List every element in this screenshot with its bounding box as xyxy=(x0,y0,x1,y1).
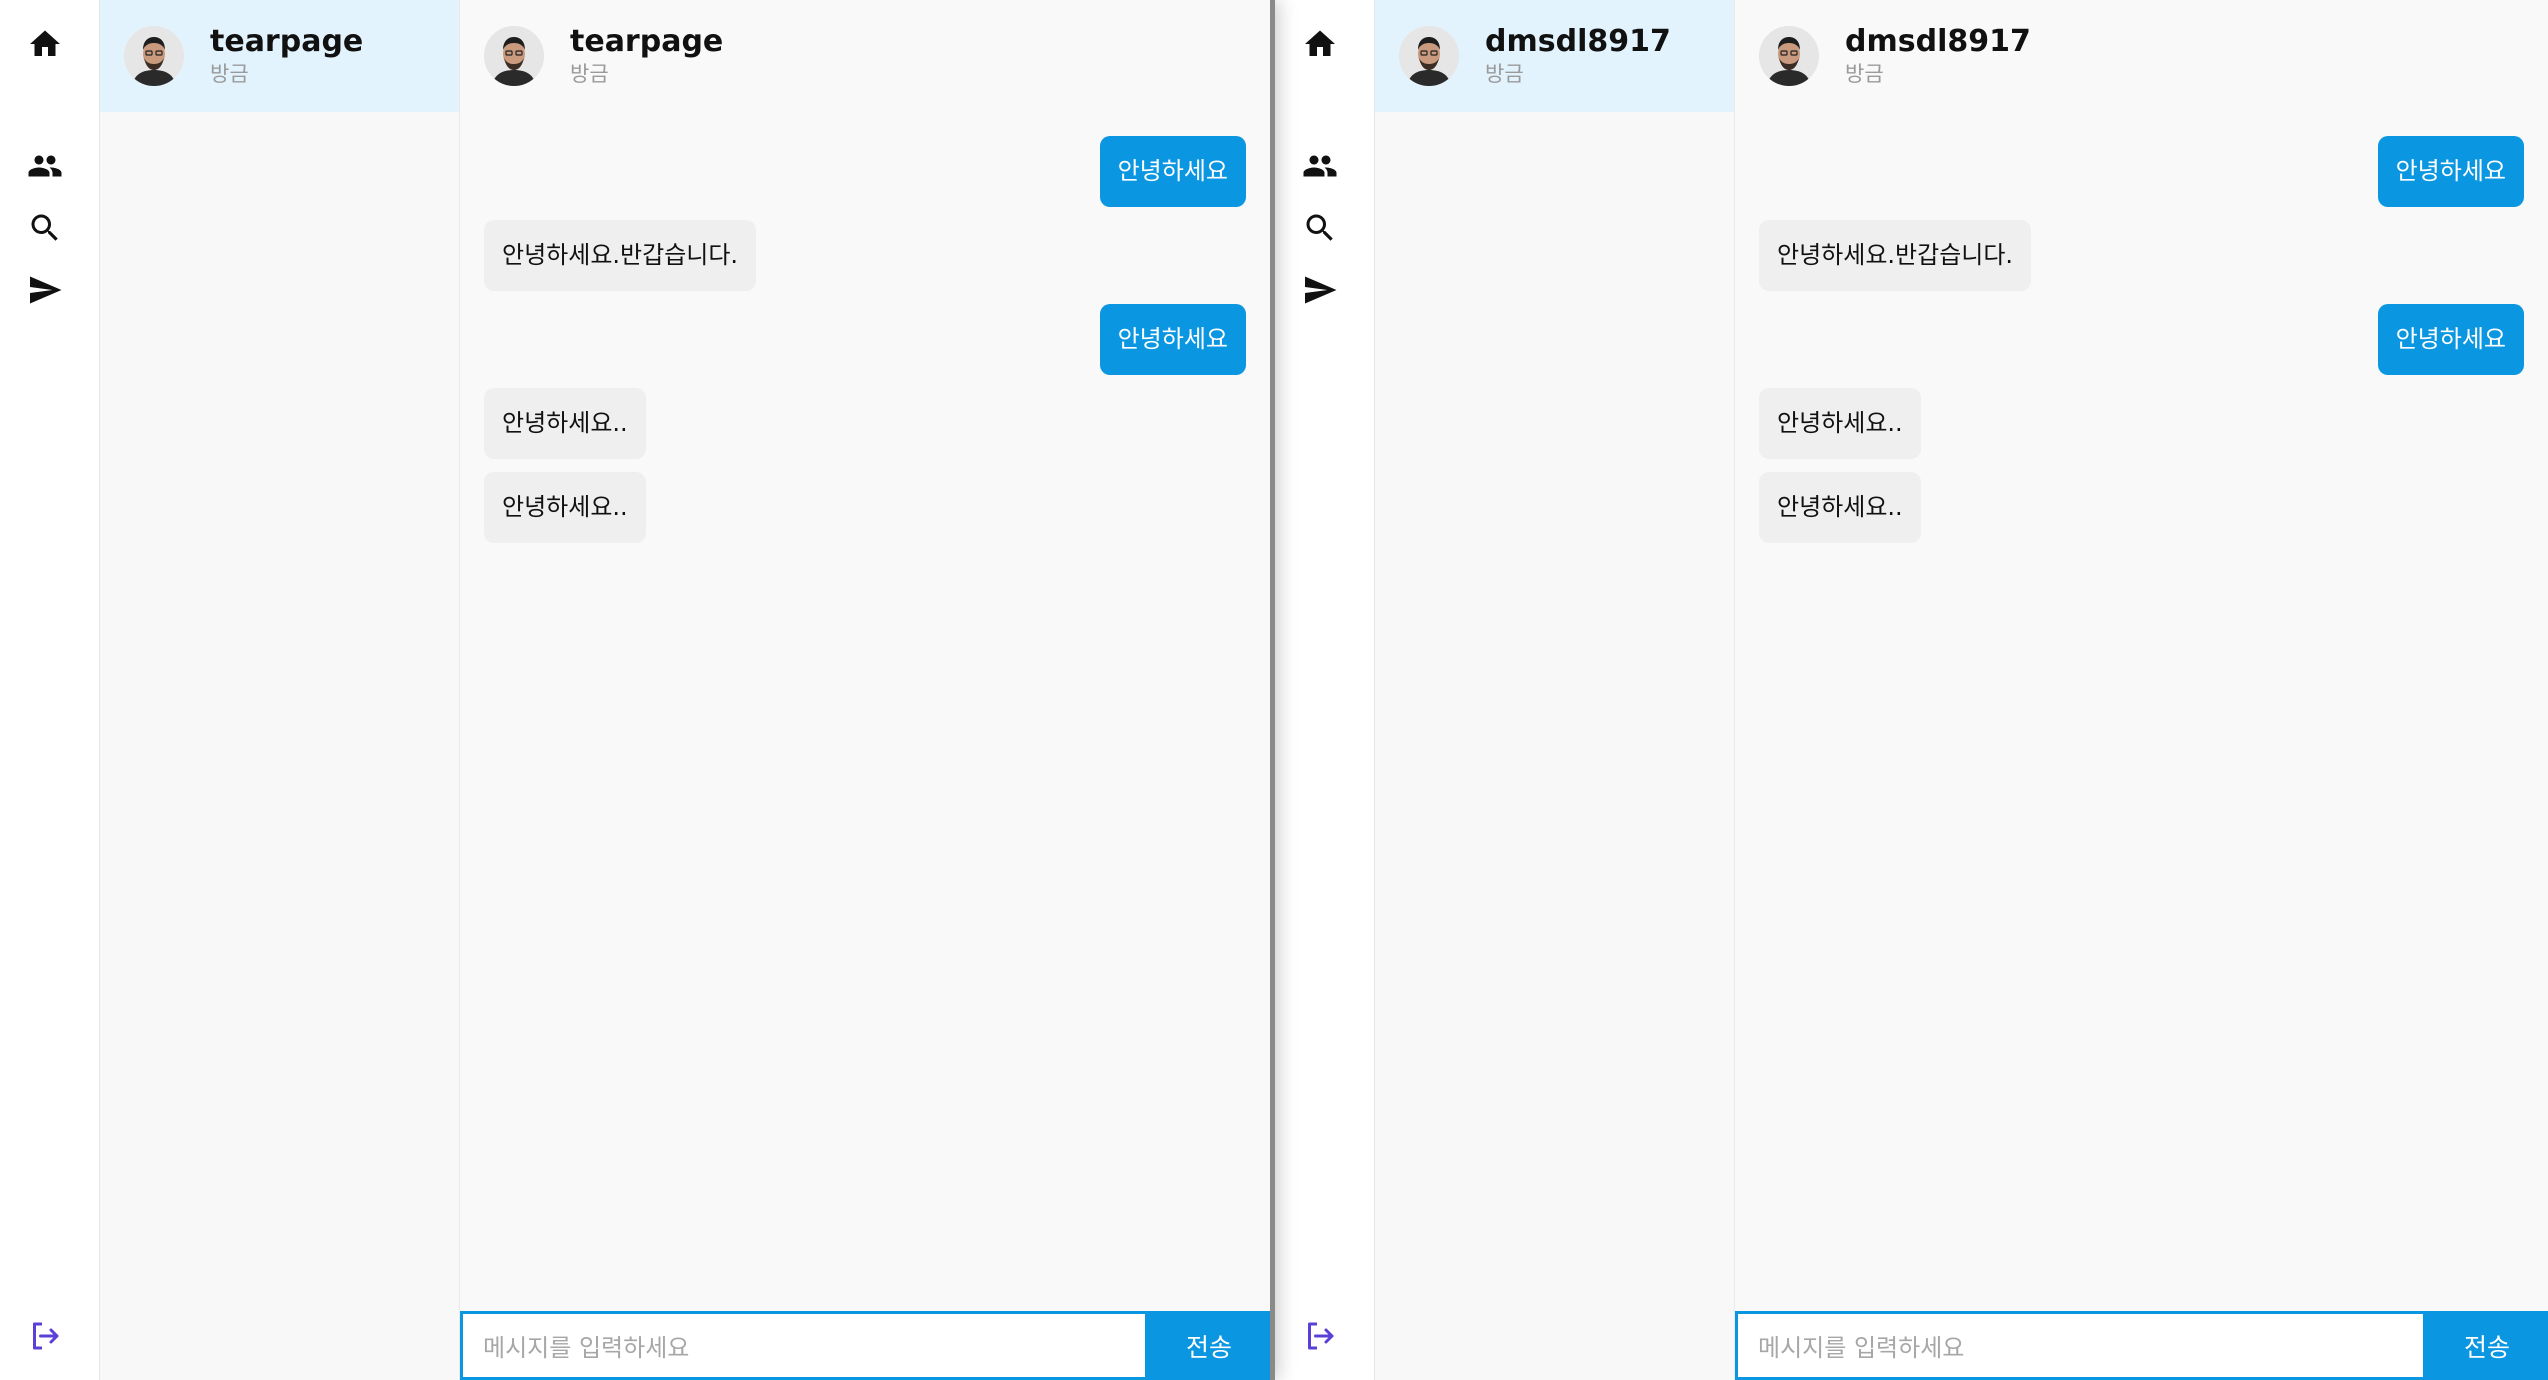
message-list: 안녕하세요 안녕하세요.반갑습니다. 안녕하세요 안녕하세요.. 안녕하세요.. xyxy=(1735,112,2548,1311)
message-composer: 메시지를 입력하세요 전송 xyxy=(1735,1311,2548,1380)
friends-icon[interactable] xyxy=(25,146,65,186)
screen: tearpage 방금 tearpage 방금 안녕하세요 안녕하세요.반갑습니… xyxy=(0,0,2548,1380)
message-list: 안녕하세요 안녕하세요.반갑습니다. 안녕하세요 안녕하세요.. 안녕하세요.. xyxy=(460,112,1270,1311)
chat-app-right: dmsdl8917 방금 dmsdl8917 방금 안녕하세요 안녕하세요.반갑… xyxy=(1275,0,2548,1380)
message-sent: 안녕하세요 xyxy=(2377,304,2524,375)
nav-rail xyxy=(0,0,100,1380)
room-time: 방금 xyxy=(1485,62,1524,86)
chat-time: 방금 xyxy=(1845,62,1884,86)
room-time: 방금 xyxy=(210,62,249,86)
message-received: 안녕하세요.. xyxy=(484,472,646,543)
chat-title: dmsdl8917 xyxy=(1845,24,2031,59)
chat-room-list: dmsdl8917 방금 xyxy=(1375,0,1735,1380)
chat-time: 방금 xyxy=(570,62,609,86)
message-received: 안녕하세요.. xyxy=(1759,388,1921,459)
message-received: 안녕하세요.반갑습니다. xyxy=(1759,220,2032,291)
search-icon[interactable] xyxy=(1300,208,1340,248)
send-icon[interactable] xyxy=(25,270,65,310)
avatar xyxy=(1399,26,1459,86)
send-button[interactable]: 전송 xyxy=(2426,1311,2548,1380)
chat-title: tearpage xyxy=(570,24,724,59)
message-composer: 메시지를 입력하세요 전송 xyxy=(460,1311,1270,1380)
avatar xyxy=(1759,26,1819,86)
message-sent: 안녕하세요 xyxy=(2377,136,2524,207)
send-icon[interactable] xyxy=(1300,270,1340,310)
window-divider xyxy=(1270,0,1275,1380)
home-icon[interactable] xyxy=(1300,24,1340,64)
message-sent: 안녕하세요 xyxy=(1099,136,1246,207)
chat-room-item[interactable]: tearpage 방금 xyxy=(100,0,459,112)
chat-panel: dmsdl8917 방금 안녕하세요 안녕하세요.반갑습니다. 안녕하세요 안녕… xyxy=(1735,0,2548,1380)
chat-header: dmsdl8917 방금 xyxy=(1735,0,2548,112)
home-icon[interactable] xyxy=(25,24,65,64)
nav-rail xyxy=(1275,0,1375,1380)
room-name: dmsdl8917 xyxy=(1485,24,1671,59)
chat-panel: tearpage 방금 안녕하세요 안녕하세요.반갑습니다. 안녕하세요 안녕하… xyxy=(460,0,1270,1380)
room-name: tearpage xyxy=(210,24,364,59)
chat-room-list: tearpage 방금 xyxy=(100,0,460,1380)
avatar xyxy=(124,26,184,86)
chat-room-item[interactable]: dmsdl8917 방금 xyxy=(1375,0,1734,112)
logout-icon[interactable] xyxy=(25,1316,65,1356)
friends-icon[interactable] xyxy=(1300,146,1340,186)
logout-icon[interactable] xyxy=(1300,1316,1340,1356)
chat-header: tearpage 방금 xyxy=(460,0,1270,112)
message-received: 안녕하세요.반갑습니다. xyxy=(484,220,757,291)
message-input[interactable]: 메시지를 입력하세요 xyxy=(1735,1311,2426,1380)
chat-app-left: tearpage 방금 tearpage 방금 안녕하세요 안녕하세요.반갑습니… xyxy=(0,0,1270,1380)
search-icon[interactable] xyxy=(25,208,65,248)
message-received: 안녕하세요.. xyxy=(484,388,646,459)
message-input[interactable]: 메시지를 입력하세요 xyxy=(460,1311,1148,1380)
send-button[interactable]: 전송 xyxy=(1148,1311,1270,1380)
message-received: 안녕하세요.. xyxy=(1759,472,1921,543)
avatar xyxy=(484,26,544,86)
message-sent: 안녕하세요 xyxy=(1099,304,1246,375)
